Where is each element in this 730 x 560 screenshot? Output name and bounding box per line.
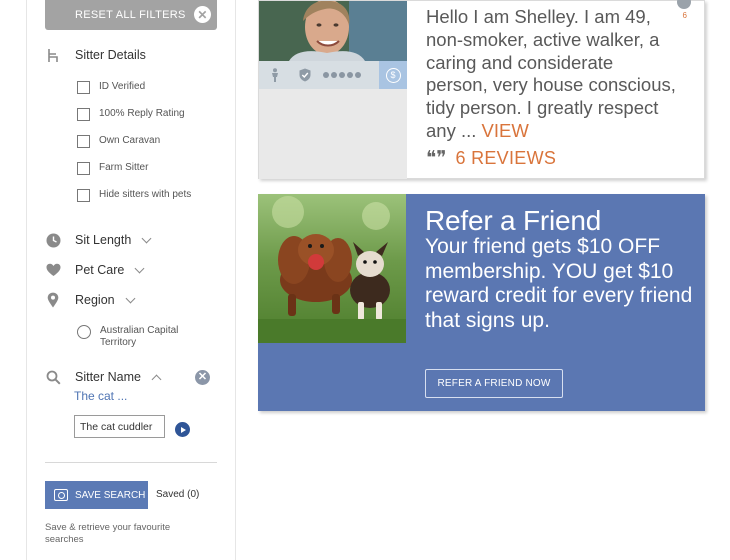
chevron-down-icon — [125, 293, 136, 303]
search-go-button[interactable] — [175, 422, 190, 437]
filter-option-label: Hide sitters with pets — [99, 189, 192, 200]
section-label: Sitter Name — [75, 370, 141, 384]
filter-option-label: Australian Capital Territory — [100, 325, 179, 348]
section-sitter-name[interactable]: Sitter Name — [45, 369, 162, 385]
person-icon — [265, 68, 285, 82]
checkbox[interactable] — [77, 189, 90, 202]
filter-option-act[interactable]: Australian Capital Territory — [77, 325, 197, 349]
chevron-up-icon — [151, 374, 162, 384]
corner-count: 6 — [682, 11, 687, 20]
rating-dots-icon — [323, 72, 361, 78]
chevron-down-icon — [134, 263, 145, 273]
section-region[interactable]: Region — [45, 292, 136, 308]
profile-stats: $ — [259, 61, 407, 89]
filter-option-label: 100% Reply Rating — [99, 108, 185, 119]
camera-icon — [54, 489, 68, 501]
dollar-icon: $ — [379, 61, 407, 89]
location-pin-icon — [45, 292, 61, 308]
save-search-help: Save & retrieve your favourite searches — [45, 522, 171, 545]
close-icon[interactable]: ✕ — [194, 6, 211, 23]
filter-option-reply-rating[interactable]: 100% Reply Rating — [77, 108, 185, 121]
divider — [45, 462, 217, 463]
filter-option-label: Farm Sitter — [99, 162, 149, 173]
promo-title: Refer a Friend — [425, 205, 602, 236]
reset-filters-label: RESET ALL FILTERS — [75, 9, 186, 21]
filter-option-hide-pets[interactable]: Hide sitters with pets — [77, 189, 197, 202]
dogs-photo — [258, 194, 406, 343]
section-label: Pet Care — [75, 263, 125, 277]
badge-icon — [677, 0, 691, 9]
save-search-button[interactable]: SAVE SEARCH — [45, 481, 148, 509]
clock-icon — [45, 232, 61, 248]
sitter-photo[interactable] — [259, 1, 407, 61]
filter-option-farm-sitter[interactable]: Farm Sitter — [77, 162, 148, 175]
sitter-name-preview: The cat ... — [74, 389, 128, 403]
clear-name-icon[interactable]: ✕ — [195, 370, 210, 385]
filter-option-id-verified[interactable]: ID Verified — [77, 81, 145, 94]
sitter-bio: Hello I am Shelley. I am 49, non-smoker,… — [426, 6, 676, 143]
profile-media: $ — [259, 1, 407, 179]
view-profile-link[interactable]: VIEW — [482, 120, 529, 141]
reviews-link[interactable]: ❝❞ 6 REVIEWS — [426, 148, 556, 169]
refer-friend-button[interactable]: REFER A FRIEND NOW — [425, 369, 563, 398]
refer-friend-card: Refer a Friend Your friend gets $10 OFF … — [258, 194, 705, 411]
section-pet-care[interactable]: Pet Care — [45, 262, 145, 278]
chair-icon — [45, 47, 61, 63]
sitter-profile-card[interactable]: $ 6 Hello I am Shelley. I am 49, non-smo… — [258, 0, 705, 179]
section-label: Region — [75, 293, 115, 307]
section-sit-length[interactable]: Sit Length — [45, 232, 152, 248]
checkbox[interactable] — [77, 108, 90, 121]
checkbox[interactable] — [77, 162, 90, 175]
section-sitter-details[interactable]: Sitter Details — [45, 47, 146, 63]
save-search-label: SAVE SEARCH — [75, 489, 146, 501]
checkbox[interactable] — [77, 81, 90, 94]
filter-option-label: ID Verified — [99, 81, 146, 92]
sitter-name-input[interactable] — [74, 415, 165, 438]
saved-searches-link[interactable]: Saved (0) — [156, 489, 199, 500]
section-label: Sitter Details — [75, 48, 146, 62]
search-icon — [45, 369, 61, 385]
heart-icon — [45, 262, 61, 278]
shield-icon — [295, 68, 315, 82]
reviews-label: 6 REVIEWS — [455, 148, 557, 168]
section-label: Sit Length — [75, 233, 132, 247]
radio-button[interactable] — [77, 325, 91, 339]
chevron-down-icon — [141, 233, 152, 243]
filter-option-label: Own Caravan — [99, 135, 161, 146]
filter-option-own-caravan[interactable]: Own Caravan — [77, 135, 160, 148]
quote-icon: ❝❞ — [426, 147, 447, 169]
checkbox[interactable] — [77, 135, 90, 148]
reset-filters-button[interactable]: RESET ALL FILTERS ✕ — [45, 0, 217, 30]
promo-body: Your friend gets $10 OFF membership. YOU… — [425, 235, 693, 332]
bio-text: Hello I am Shelley. I am 49, non-smoker,… — [426, 6, 676, 141]
filter-sidebar: RESET ALL FILTERS ✕ Sitter Details ID Ve… — [26, 0, 236, 560]
